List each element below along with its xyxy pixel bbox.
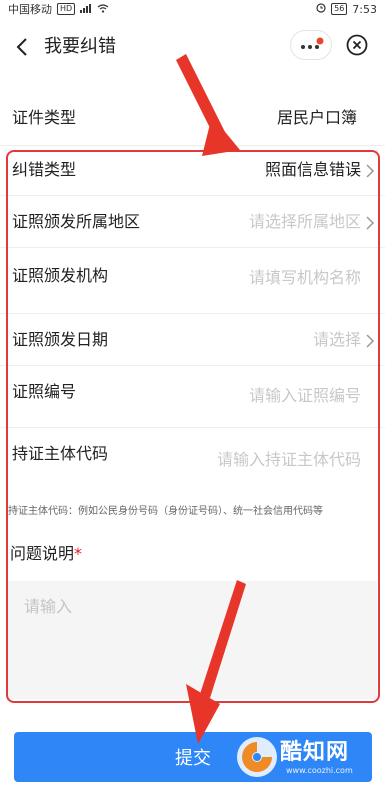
clock-time: 7:53 [352, 2, 377, 16]
row-label: 证照编号 [12, 382, 77, 401]
row-value: 照面信息错误 [264, 160, 361, 179]
wifi-icon [97, 3, 109, 16]
alarm-icon [316, 2, 326, 16]
row-label: 证照颁发机构 [12, 266, 109, 285]
row-value: 请选择 [312, 330, 361, 349]
row-value: 居民户口簿 [276, 108, 357, 127]
close-circle-icon [346, 34, 368, 56]
row-value: 请输入持证主体代码 [216, 450, 361, 469]
row-label: 证照颁发日期 [12, 330, 109, 349]
description-label: 问题说明* [10, 543, 82, 565]
submit-button[interactable]: 提交 [14, 732, 372, 782]
row-holder-code[interactable]: 持证主体代码 请输入持证主体代码 [0, 428, 385, 492]
row-value: 请填写机构名称 [248, 268, 361, 287]
battery-icon: 56 [331, 3, 348, 15]
chevron-left-icon [16, 38, 27, 56]
row-label: 证件类型 [12, 108, 77, 127]
more-button[interactable] [290, 30, 332, 60]
row-issuing-region[interactable]: 证照颁发所属地区 请选择所属地区 [0, 196, 385, 248]
status-bar: 中国移动 HD 56 7:53 [0, 0, 385, 18]
row-license-number[interactable]: 证照编号 请输入证照编号 [0, 366, 385, 428]
holder-code-hint: 持证主体代码：例如公民身份号码（身份证号码）、统一社会信用代码等 [8, 506, 323, 517]
description-input[interactable] [8, 581, 377, 699]
row-value: 请输入证照编号 [248, 386, 361, 405]
required-mark: * [74, 544, 83, 563]
signal-icon [80, 3, 92, 16]
row-issue-date[interactable]: 证照颁发日期 请选择 [0, 314, 385, 366]
row-label: 持证主体代码 [12, 444, 109, 463]
row-document-type[interactable]: 证件类型 居民户口簿 [0, 96, 385, 146]
row-value: 请选择所属地区 [248, 212, 361, 231]
hd-badge: HD [57, 3, 76, 15]
row-issuing-authority[interactable]: 证照颁发机构 请填写机构名称 [0, 248, 385, 314]
back-button[interactable] [8, 32, 36, 62]
page-title: 我要纠错 [44, 36, 116, 57]
chevron-right-icon [366, 164, 375, 178]
row-label: 纠错类型 [12, 160, 77, 179]
description-label-text: 问题说明 [10, 544, 75, 563]
chevron-right-icon [366, 216, 375, 230]
close-button[interactable] [343, 31, 371, 59]
chevron-right-icon [366, 334, 375, 348]
row-label: 证照颁发所属地区 [12, 212, 141, 231]
row-error-type[interactable]: 纠错类型 照面信息错误 [0, 150, 385, 196]
nav-bar: 我要纠错 [0, 18, 385, 76]
carrier-name: 中国移动 [8, 3, 52, 16]
more-dots-icon [301, 37, 324, 49]
